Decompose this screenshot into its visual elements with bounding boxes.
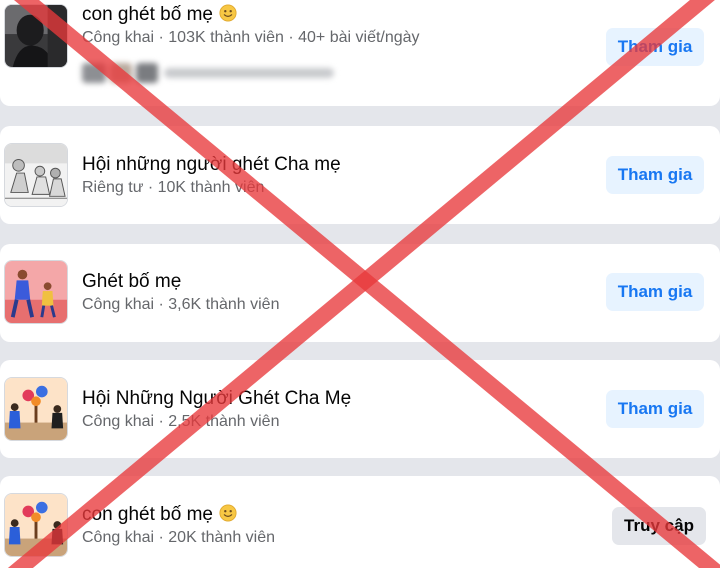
slightly-smiling-face-icon <box>219 4 237 22</box>
group-meta: Công khai · 20K thành viên <box>82 529 276 546</box>
group-thumbnail[interactable] <box>4 4 68 68</box>
group-card[interactable]: Hội Những Người Ghét Cha Mẹ Công khai · … <box>0 360 720 458</box>
group-name[interactable]: con ghét bố mẹ <box>82 4 237 26</box>
group-meta: Công khai · 103K thành viên · 40+ bài vi… <box>82 29 420 46</box>
group-name[interactable]: con ghét bố mẹ <box>82 504 237 526</box>
slightly-smiling-face-icon <box>219 504 237 522</box>
group-thumbnail[interactable] <box>4 377 68 441</box>
join-button[interactable]: Tham gia <box>606 390 704 428</box>
group-name[interactable]: Hội những người ghét Cha mẹ <box>82 154 341 176</box>
group-card[interactable]: Ghét bố mẹ Công khai · 3,6K thành viên T… <box>0 244 720 342</box>
group-thumbnail[interactable] <box>4 143 68 207</box>
group-search-results: con ghét bố mẹ Công khai · 103K thành vi… <box>0 0 720 568</box>
join-button[interactable]: Tham gia <box>606 156 704 194</box>
group-thumbnail[interactable] <box>4 493 68 557</box>
group-name[interactable]: Ghét bố mẹ <box>82 271 181 293</box>
group-thumbnail[interactable] <box>4 260 68 324</box>
people-watering-tree-thumbnail <box>5 494 67 556</box>
visit-button[interactable]: Truy cập <box>612 507 706 545</box>
group-card[interactable]: con ghét bố mẹ Công khai · 20K thành viê… <box>0 476 720 568</box>
group-name[interactable]: Hội Những Người Ghét Cha Mẹ <box>82 388 351 410</box>
group-meta: Công khai · 2,5K thành viên <box>82 413 280 430</box>
blurred-member-preview <box>82 60 342 86</box>
people-watering-tree-thumbnail <box>5 378 67 440</box>
dark-portrait-thumbnail <box>5 5 67 67</box>
group-meta: Công khai · 3,6K thành viên <box>82 296 280 313</box>
join-button[interactable]: Tham gia <box>606 273 704 311</box>
comic-sketch-thumbnail <box>5 144 67 206</box>
group-card[interactable]: con ghét bố mẹ Công khai · 103K thành vi… <box>0 0 720 106</box>
parent-child-illustration-thumbnail <box>5 261 67 323</box>
group-meta: Riêng tư · 10K thành viên <box>82 179 265 196</box>
group-card[interactable]: Hội những người ghét Cha mẹ Riêng tư · 1… <box>0 126 720 224</box>
join-button[interactable]: Tham gia <box>606 28 704 66</box>
